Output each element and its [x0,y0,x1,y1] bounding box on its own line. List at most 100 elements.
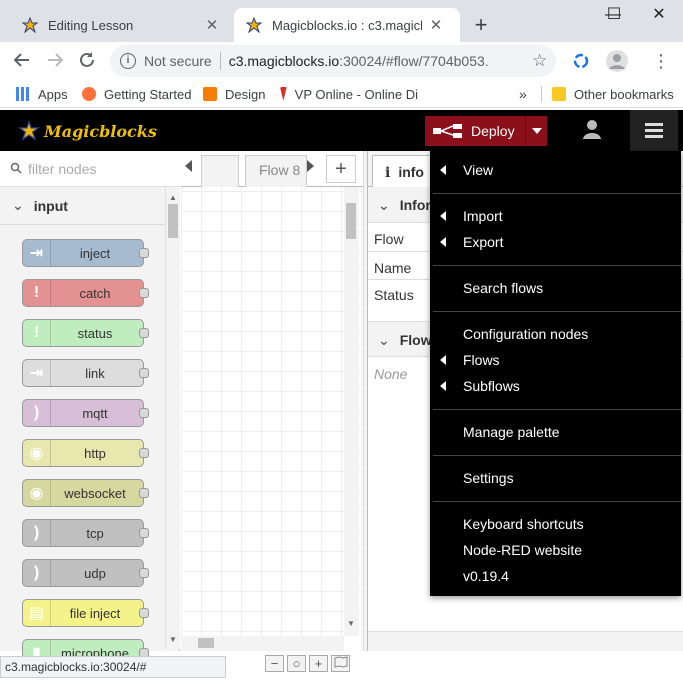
deploy-icon [433,122,463,140]
menu-item-configuration-nodes[interactable]: Configuration nodes [430,321,681,347]
other-bookmarks[interactable]: Other bookmarks [552,85,674,103]
palette-node-inject[interactable]: ⇥ inject [22,239,149,267]
add-flow-button[interactable]: + [326,155,356,183]
palette-node-file-inject[interactable]: ▤ file inject [22,599,149,627]
navigator-map-icon[interactable] [331,655,350,672]
palette-node-tcp[interactable]: ) tcp [22,519,149,547]
node-output-port[interactable] [139,448,149,458]
node-output-port[interactable] [139,288,149,298]
menu-item-label: Configuration nodes [463,326,589,342]
bookmark-label: VP Online - Online Di [294,86,418,102]
bookmarks-overflow-button[interactable]: » [519,85,527,103]
bookmark-design[interactable]: Design [203,85,265,103]
node-output-port[interactable] [139,328,149,338]
main-menu-button[interactable] [630,110,678,151]
menu-item-label: Import [463,208,503,224]
bookmark-label: Other bookmarks [574,86,674,102]
filter-nodes-input[interactable]: filter nodes [0,151,180,187]
profile-avatar[interactable] [606,50,628,72]
menu-item-import[interactable]: Import [430,203,681,229]
node-output-port[interactable] [139,568,149,578]
menu-item-subflows[interactable]: Subflows [430,373,681,399]
node-output-port[interactable] [139,408,149,418]
bookmark-apps[interactable]: Apps [16,85,68,103]
node-output-port[interactable] [139,528,149,538]
node-output-port[interactable] [139,368,149,378]
workspace-tab-blank[interactable] [201,155,239,187]
zoom-reset-button[interactable]: ○ [287,655,306,672]
node-palette: filter nodes ⌄ input ▲ ▼ ⇥ inject ! catch! s… [0,151,180,667]
deploy-dropdown-icon[interactable] [525,116,547,146]
menu-item-label: Settings [463,470,514,486]
extension-icon[interactable] [572,52,590,70]
palette-node-websocket[interactable]: ◉ websocket [22,479,149,507]
menu-item-search-flows[interactable]: Search flows [430,275,681,301]
palette-node-udp[interactable]: ) udp [22,559,149,587]
node-icon: ◉ [23,440,51,466]
address-bar[interactable]: i Not secure c3.magicblocks.io :30024/#f… [110,45,556,77]
tab-info[interactable]: i info [372,155,434,187]
palette-category-input[interactable]: ⌄ input [0,187,165,225]
palette-node-http[interactable]: ◉ http [22,439,149,467]
workspace-tab-flow[interactable]: Flow 8 [245,155,307,187]
scroll-tabs-right-icon[interactable] [307,160,314,172]
palette-node-status[interactable]: ! status [22,319,149,347]
flow-workspace[interactable] [181,151,363,651]
deploy-button[interactable]: Deploy [425,116,547,146]
back-icon[interactable] [10,51,34,71]
chevron-down-icon: ⌄ [378,332,390,348]
close-tab-icon[interactable]: ✕ [428,16,444,34]
new-tab-button[interactable]: + [468,12,494,38]
maximize-button[interactable]: ☐ [591,4,637,26]
menu-item-label: v0.19.4 [463,568,509,584]
menu-item-settings[interactable]: Settings [430,465,681,491]
bookmark-vp-online[interactable]: VP Online - Online Di [280,85,418,103]
menu-item-keyboard-shortcuts[interactable]: Keyboard shortcuts [430,511,681,537]
menu-item-flows[interactable]: Flows [430,347,681,373]
palette-node-catch[interactable]: ! catch [22,279,149,307]
node-icon: ! [23,320,51,346]
menu-item-view[interactable]: View [430,157,681,183]
node-icon: ⇥ [23,360,51,386]
browser-tab-magicblocks[interactable]: Magicblocks.io : c3.magicblocks ✕ [234,8,460,42]
palette-node-link[interactable]: ⇥ link [22,359,149,387]
palette-node-mqtt[interactable]: ) mqtt [22,399,149,427]
submenu-arrow-icon [440,355,446,365]
browser-menu-icon[interactable]: ⋮ [652,51,670,71]
menu-item-export[interactable]: Export [430,229,681,255]
forward-icon[interactable] [43,51,67,71]
bookmarks-bar: Apps Getting Started Design VP Online - … [0,80,683,108]
site-info-icon[interactable]: i [120,53,136,69]
zoom-out-button[interactable]: − [265,655,284,672]
close-tab-icon[interactable]: ✕ [204,16,220,34]
palette-scrollbar[interactable]: ▲ ▼ [165,187,180,649]
bookmark-label: Apps [38,86,68,102]
node-icon: ⇥ [23,240,51,266]
menu-item-node-red-website[interactable]: Node-RED website [430,537,681,563]
node-label: link [85,365,105,381]
menu-item-label: View [463,162,494,178]
menu-item-manage-palette[interactable]: Manage palette [430,419,681,445]
status-url-bubble: c3.magicblocks.io:30024/# [0,656,226,678]
user-icon[interactable] [572,110,612,151]
window-close-button[interactable]: ✕ [636,4,682,26]
node-label: file inject [69,605,121,621]
reload-icon[interactable] [75,51,99,71]
node-output-port[interactable] [139,248,149,258]
node-label: websocket [64,485,126,501]
menu-item-label: Search flows [463,280,544,296]
hamburger-icon [645,123,663,138]
bookmark-star-icon[interactable]: ☆ [532,51,547,71]
blogger-icon [203,87,217,101]
submenu-arrow-icon [440,237,446,247]
menu-divider [433,501,681,502]
browser-tab-editing-lesson[interactable]: Editing Lesson ✕ [10,8,232,42]
bookmark-getting-started[interactable]: Getting Started [82,85,191,103]
node-label: status [77,325,113,341]
node-output-port[interactable] [139,608,149,618]
workspace-vertical-scrollbar[interactable]: ▼ [344,187,359,636]
zoom-in-button[interactable]: + [309,655,328,672]
node-output-port[interactable] [139,488,149,498]
workspace-horizontal-scrollbar[interactable] [181,636,344,651]
scroll-tabs-left-icon[interactable] [185,160,192,172]
